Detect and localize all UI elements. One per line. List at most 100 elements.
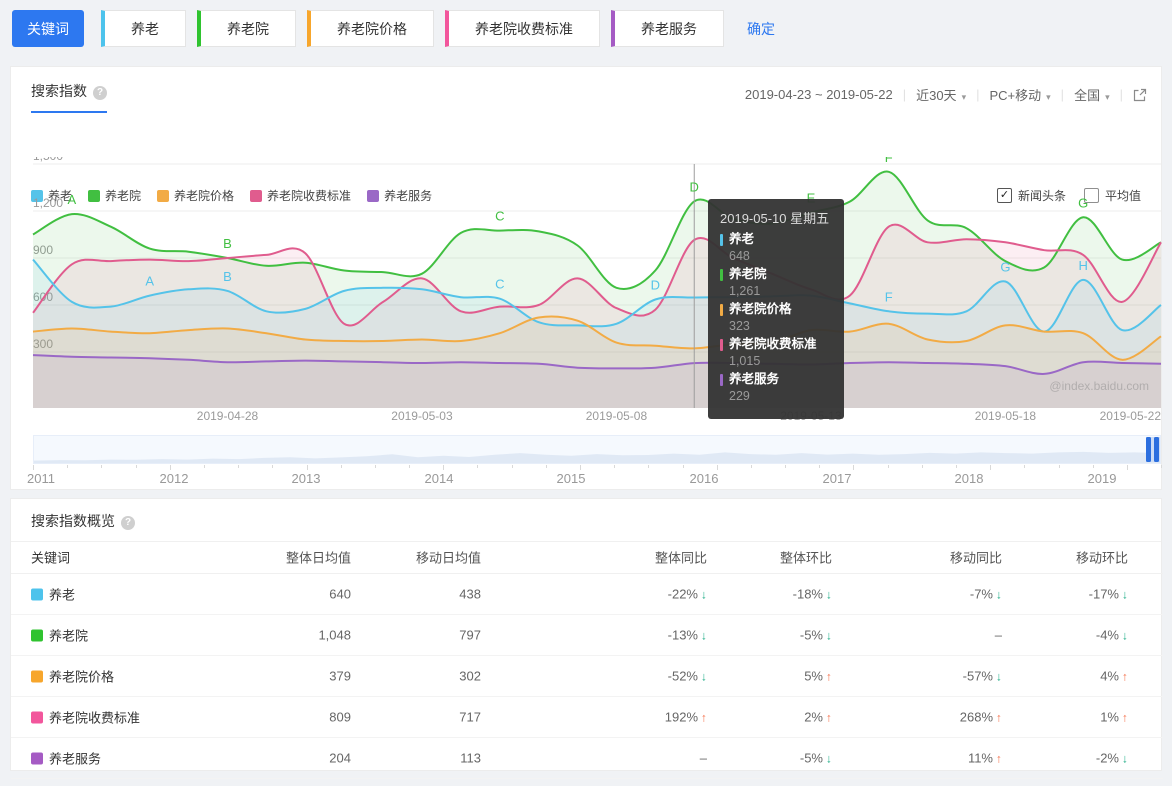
- y-axis-tick: 1,500: [33, 157, 63, 163]
- minimap-area: [34, 451, 1160, 463]
- arrow-up-icon: ↑: [826, 710, 832, 725]
- keyword-swatch: [31, 629, 43, 641]
- change-value: -57%: [962, 668, 993, 684]
- tick-mark: [272, 465, 274, 468]
- keyword-tag[interactable]: 养老服务: [611, 10, 724, 47]
- tick-mark: [614, 465, 616, 468]
- news-marker-养老院-B: B: [223, 236, 232, 251]
- tick-mark: [1024, 465, 1026, 468]
- year-label: 2011: [27, 471, 55, 486]
- region-dropdown[interactable]: 全国 ▾: [1074, 85, 1110, 104]
- row-keyword[interactable]: 养老院价格: [31, 667, 114, 686]
- news-marker-养老-D: D: [651, 278, 660, 293]
- arrow-down-icon: ↓: [826, 587, 832, 602]
- tick-mark: [306, 465, 308, 470]
- tick-mark: [203, 465, 205, 468]
- change-cell: -5% ↓: [800, 628, 832, 643]
- table-header-row: 关键词 整体日均值 移动日均值 整体同比 整体环比 移动同比 移动环比: [11, 541, 1163, 574]
- period-dropdown[interactable]: 近30天 ▾: [916, 85, 966, 104]
- overview-card: 搜索指数概览? 关键词 整体日均值 移动日均值 整体同比 整体环比 移动同比 移动环比 养老 6…: [10, 498, 1163, 779]
- arrow-up-icon: ↑: [1122, 710, 1128, 725]
- tick-mark: [443, 465, 445, 470]
- x-axis-tick: 2019-05-03: [391, 409, 453, 423]
- trend-chart[interactable]: 3006009001,2001,500ABCDEFGABCDFGH2019-04…: [11, 157, 1163, 427]
- column-header: 整体同比: [654, 550, 707, 566]
- tick-mark: [511, 465, 513, 468]
- keyword-tag[interactable]: 养老院价格: [307, 10, 434, 47]
- tick-mark: [648, 465, 650, 468]
- change-cell: -17% ↓: [1089, 587, 1128, 602]
- tooltip-series-label: 养老: [729, 232, 755, 246]
- row-keyword[interactable]: 养老院: [31, 626, 88, 645]
- help-icon[interactable]: ?: [93, 86, 107, 100]
- table-row: 养老院价格 379 302 -52% ↓ 5% ↑ -57% ↓ 4% ↑: [11, 656, 1163, 697]
- column-header: 整体日均值: [285, 550, 351, 566]
- year-label: 2017: [822, 471, 852, 486]
- row-keyword[interactable]: 养老院收费标准: [31, 708, 140, 727]
- tick-mark: [1161, 465, 1162, 468]
- x-axis-tick: 2019-04-28: [197, 409, 259, 423]
- change-value: -4%: [1095, 627, 1119, 643]
- timeline-slider[interactable]: [33, 435, 1161, 464]
- tooltip-series-label: 养老院: [729, 267, 767, 281]
- keyword-label: 养老服务: [49, 751, 102, 767]
- arrow-down-icon: ↓: [701, 669, 707, 684]
- change-value: 4%: [1100, 668, 1119, 684]
- row-keyword[interactable]: 养老: [31, 585, 75, 604]
- tick-mark: [135, 465, 137, 468]
- device-dropdown[interactable]: PC+移动 ▾: [989, 85, 1050, 104]
- keyword-label: 养老: [49, 587, 76, 603]
- year-label: 2016: [689, 471, 719, 486]
- tooltip-item: 养老服务 229: [720, 371, 832, 404]
- tick-mark: [67, 465, 69, 468]
- slider-handle-left[interactable]: [1146, 437, 1151, 462]
- keyword-tag[interactable]: 养老院: [197, 10, 296, 47]
- tab-search-index[interactable]: 搜索指数?: [31, 81, 107, 113]
- change-cell: -22% ↓: [668, 587, 707, 602]
- change-cell: 1% ↑: [1100, 710, 1128, 725]
- keyword-label-button[interactable]: 关键词: [12, 10, 84, 47]
- change-value: -52%: [667, 668, 698, 684]
- keyword-tag-label: 养老院: [227, 20, 269, 37]
- news-marker-养老-H: H: [1079, 258, 1088, 273]
- tooltip-series-label: 养老院价格: [729, 302, 792, 316]
- tick-mark: [1126, 465, 1128, 470]
- tooltip-series-bar: [720, 268, 723, 281]
- help-icon[interactable]: ?: [121, 516, 135, 530]
- export-icon[interactable]: [1133, 88, 1147, 102]
- overview-title: 搜索指数概览?: [31, 511, 135, 531]
- row-keyword[interactable]: 养老服务: [31, 749, 101, 768]
- news-marker-养老院-A: A: [68, 192, 77, 207]
- tooltip-series-bar: [720, 303, 723, 316]
- table-row: 养老 640 438 -22% ↓ -18% ↓ -7% ↓ -17% ↓: [11, 574, 1163, 615]
- tooltip-series-label: 养老院收费标准: [729, 337, 817, 351]
- tooltip-series-name: 养老: [720, 231, 832, 248]
- tooltip-series-value: 648: [729, 249, 750, 263]
- year-label: 2012: [159, 471, 189, 486]
- year-label: 2013: [291, 471, 321, 486]
- change-value: -2%: [1095, 750, 1119, 766]
- news-marker-养老-F: F: [885, 289, 893, 304]
- keyword-tag[interactable]: 养老: [101, 10, 186, 47]
- news-marker-养老院-F: F: [885, 157, 893, 165]
- mobile-daily-avg: 302: [459, 668, 481, 684]
- tick-mark: [409, 465, 410, 468]
- news-marker-养老-G: G: [1000, 260, 1010, 275]
- x-axis-tick: 2019-05-22: [1100, 409, 1162, 423]
- change-value: -13%: [667, 627, 698, 643]
- mobile-daily-avg: 113: [460, 750, 481, 766]
- keyword-label: 养老院收费标准: [49, 710, 141, 726]
- confirm-button[interactable]: 确定: [747, 19, 775, 39]
- date-range[interactable]: 2019-04-23 ~ 2019-05-22: [745, 87, 893, 102]
- keyword-tag[interactable]: 养老院收费标准: [445, 10, 600, 47]
- change-cell: -5% ↓: [800, 751, 832, 766]
- timeline-minimap: [34, 451, 1160, 463]
- tick-mark: [990, 465, 992, 470]
- tab-label: 搜索指数: [31, 83, 87, 99]
- slider-handle-right[interactable]: [1154, 437, 1159, 462]
- tooltip-series-value: 229: [729, 389, 750, 403]
- tooltip-item: 养老院 1,261: [720, 266, 832, 299]
- change-cell: 192% ↑: [665, 710, 707, 725]
- tick-mark: [682, 465, 684, 468]
- column-header: 移动环比: [1075, 550, 1128, 566]
